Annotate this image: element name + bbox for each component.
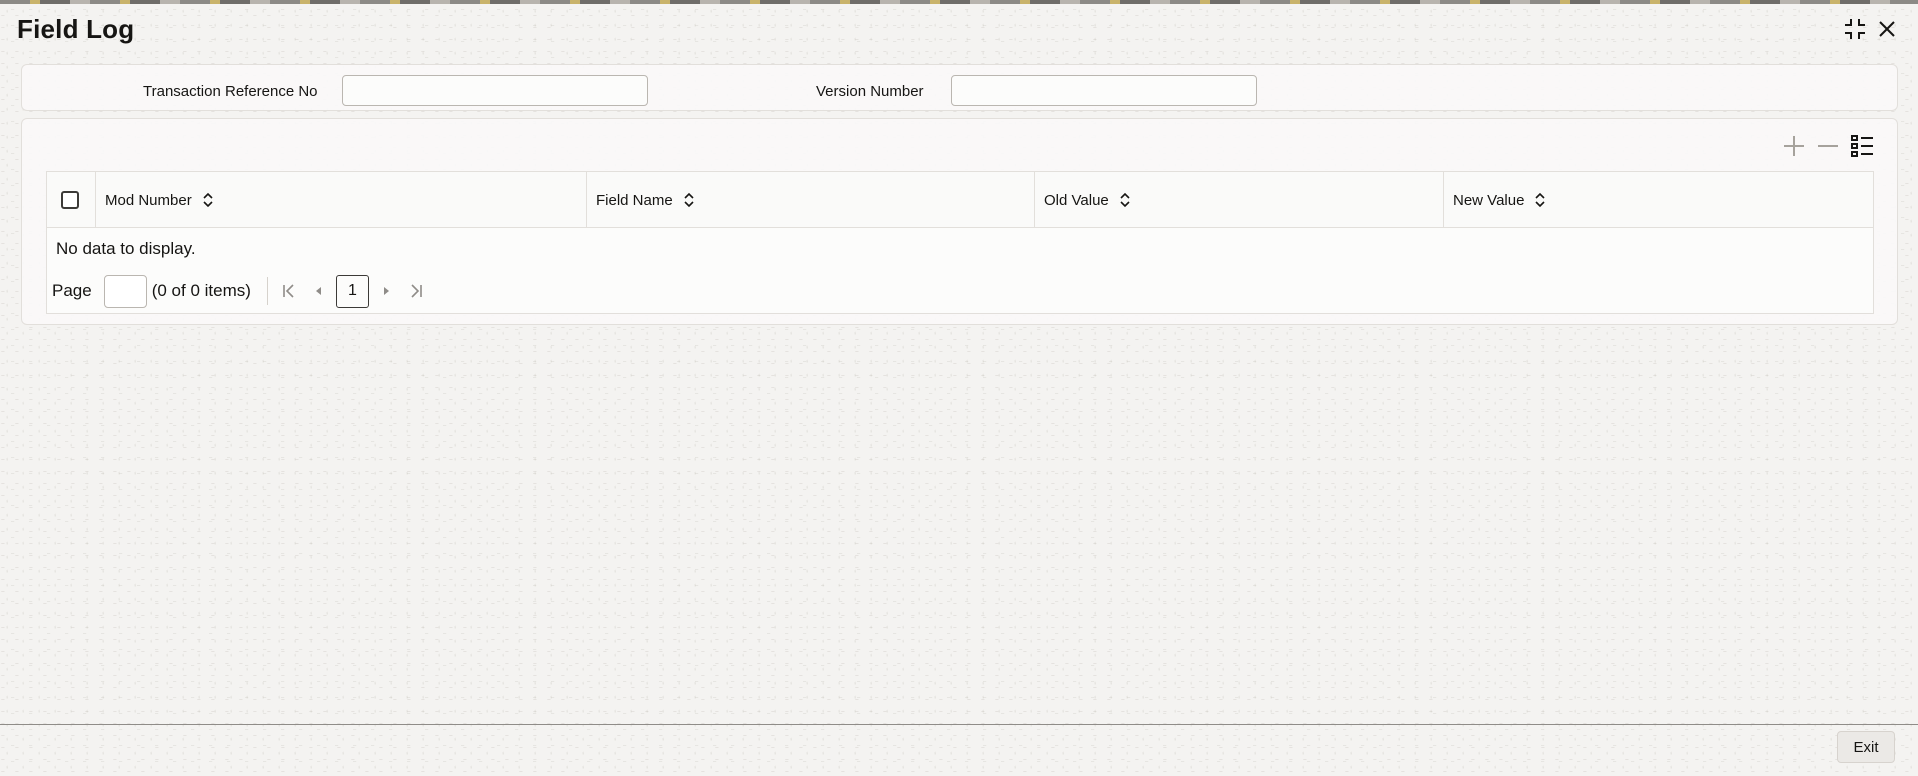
column-header-old-value[interactable]: Old Value: [1034, 172, 1443, 228]
next-page-icon: [383, 287, 389, 295]
last-page-icon: [411, 284, 422, 298]
column-header-mod-number[interactable]: Mod Number: [95, 172, 586, 228]
previous-page-icon: [315, 287, 321, 295]
first-page-icon: [283, 284, 294, 298]
column-label: New Value: [1453, 191, 1525, 209]
add-row-button[interactable]: [1781, 133, 1807, 159]
exit-button[interactable]: Exit: [1837, 731, 1895, 763]
close-icon: [1879, 21, 1895, 37]
sort-icon[interactable]: [683, 192, 695, 208]
collapse-icon: [1845, 19, 1865, 39]
previous-page-button[interactable]: [304, 275, 334, 307]
version-number-input[interactable]: [951, 75, 1257, 106]
page-title: Field Log: [17, 14, 135, 44]
search-criteria-panel: Transaction Reference No Version Number: [21, 64, 1898, 111]
window-header: Field Log: [0, 4, 1918, 54]
last-page-button[interactable]: [401, 275, 431, 307]
column-list-icon: [1851, 135, 1873, 157]
current-page-indicator[interactable]: 1: [335, 274, 369, 308]
version-number-label: Version Number: [816, 83, 924, 100]
column-label: Old Value: [1044, 191, 1109, 209]
table-header: Mod Number Field Name Old Value New Valu…: [47, 172, 1873, 228]
column-label: Mod Number: [105, 191, 192, 209]
pagination-divider: [266, 277, 268, 305]
sort-icon[interactable]: [202, 192, 214, 208]
empty-message: No data to display.: [56, 239, 196, 258]
remove-icon: [1818, 145, 1838, 147]
close-button[interactable]: [1872, 14, 1902, 44]
page-number-input[interactable]: [103, 274, 147, 308]
first-page-button[interactable]: [274, 275, 304, 307]
select-all-checkbox[interactable]: [61, 191, 79, 209]
field-log-table: Mod Number Field Name Old Value New Valu…: [46, 171, 1874, 314]
sort-icon[interactable]: [1534, 192, 1546, 208]
column-list-button[interactable]: [1849, 133, 1875, 159]
next-page-button[interactable]: [371, 275, 401, 307]
add-icon: [1784, 136, 1804, 156]
column-header-new-value[interactable]: New Value: [1443, 172, 1875, 228]
collapse-button[interactable]: [1840, 14, 1870, 44]
sort-icon[interactable]: [1119, 192, 1131, 208]
items-summary: (0 of 0 items): [151, 281, 251, 300]
field-log-grid-panel: Mod Number Field Name Old Value New Valu…: [21, 118, 1898, 325]
footer-divider: [0, 724, 1918, 725]
remove-row-button[interactable]: [1815, 133, 1841, 159]
column-header-field-name[interactable]: Field Name: [586, 172, 1034, 228]
transaction-reference-label: Transaction Reference No: [143, 83, 318, 100]
column-label: Field Name: [596, 191, 673, 209]
grid-toolbar: [1781, 133, 1875, 159]
select-all-column: [47, 172, 95, 228]
pagination: Page (0 of 0 items) 1: [52, 274, 431, 308]
transaction-reference-input[interactable]: [342, 75, 648, 106]
page-label: Page: [52, 281, 92, 300]
